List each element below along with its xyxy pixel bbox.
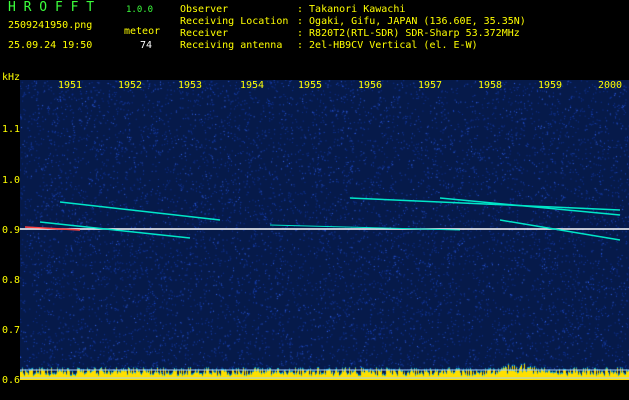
time-tick-label: 1954 [240,80,265,91]
header-panel: H R O F F T 1.0.0 2509241950.png 25.09.2… [0,0,629,83]
time-tick-label: 1958 [478,80,503,91]
meteor-count-label: meteor [124,26,161,37]
meteor-echo [59,201,221,221]
spectrogram [20,80,629,380]
time-tick-label: 2000 [598,80,623,91]
frequency-tick-label: 0.7 [2,325,21,336]
time-tick-label: 1951 [58,80,83,91]
observer-label: Observer [180,4,229,15]
time-tick-label: 1952 [118,80,143,91]
receiver-label: Receiver [180,28,229,39]
timestamp: 25.09.24 19:50 [8,40,93,51]
frequency-tick-label: 0.8 [2,275,21,286]
frequency-tick-label: 0.9 [2,225,21,236]
meteor-echo [349,197,621,211]
time-tick-label: 1956 [358,80,383,91]
meteor-count-value: 74 [140,40,153,51]
time-tick-label: 1953 [178,80,203,91]
antenna-label: Receiving antenna [180,40,283,51]
time-tick-label: 1957 [418,80,443,91]
receiver-value: : R820T2(RTL-SDR) SDR-Sharp 53.372MHz [297,28,520,39]
frequency-unit-label: kHz [2,72,21,83]
file-name: 2509241950.png [8,20,93,31]
location-value: : Ogaki, Gifu, JAPAN (136.60E, 35.35N) [297,16,526,27]
spectrogram-overlay [20,197,629,379]
frequency-tick-label: 1.0 [2,175,21,186]
meteor-echo [39,221,191,239]
meteor-echo [499,219,621,241]
frequency-tick-label: 0.6 [2,375,21,386]
antenna-value: : 2el-HB9CV Vertical (el. E-W) [297,40,478,51]
location-label: Receiving Location [180,16,289,27]
observer-value: : Takanori Kawachi [297,4,406,15]
meteor-echo [439,197,621,216]
app-title: H R O F F T [8,0,95,15]
frequency-tick-label: 1.1 [2,124,21,135]
time-tick-label: 1955 [298,80,323,91]
app-version: 1.0.0 [126,5,154,15]
time-tick-label: 1959 [538,80,563,91]
